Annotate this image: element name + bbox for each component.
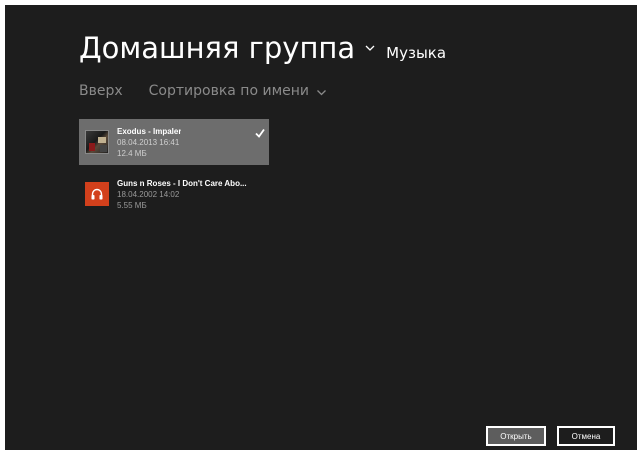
- file-size: 5.55 МБ: [117, 200, 147, 210]
- location-subtitle: Музыка: [386, 44, 447, 62]
- file-list: Exodus - Impaler 08.04.2013 16:41 12.4 М…: [79, 119, 269, 223]
- album-art-thumbnail: [85, 130, 109, 154]
- header: Домашняя группа Музыка: [79, 31, 446, 65]
- go-up-link[interactable]: Вверх: [79, 83, 123, 99]
- file-item[interactable]: Guns n Roses - I Don't Care Abo... 18.04…: [79, 171, 269, 217]
- file-size: 12.4 МБ: [117, 148, 147, 158]
- headphones-icon: [85, 182, 109, 206]
- checkmark-icon: [255, 123, 265, 138]
- chevron-down-icon: [316, 86, 327, 97]
- open-button[interactable]: Открыть: [486, 426, 546, 446]
- sort-dropdown[interactable]: Сортировка по имени: [149, 83, 327, 99]
- file-item[interactable]: Exodus - Impaler 08.04.2013 16:41 12.4 М…: [79, 119, 269, 165]
- sub-navigation: Вверх Сортировка по имени: [79, 83, 327, 99]
- file-info: Guns n Roses - I Don't Care Abo... 18.04…: [117, 178, 247, 211]
- file-date: 18.04.2002 14:02: [117, 189, 180, 199]
- file-info: Exodus - Impaler 08.04.2013 16:41 12.4 М…: [117, 126, 181, 159]
- location-title[interactable]: Домашняя группа: [79, 31, 355, 65]
- sort-label: Сортировка по имени: [148, 83, 310, 99]
- file-name: Guns n Roses - I Don't Care Abo...: [117, 178, 247, 188]
- cancel-button[interactable]: Отмена: [557, 426, 615, 446]
- chevron-down-icon[interactable]: [364, 39, 376, 51]
- file-name: Exodus - Impaler: [117, 126, 182, 136]
- file-date: 08.04.2013 16:41: [117, 137, 180, 147]
- file-picker-window: Домашняя группа Музыка Вверх Сортировка …: [5, 5, 637, 450]
